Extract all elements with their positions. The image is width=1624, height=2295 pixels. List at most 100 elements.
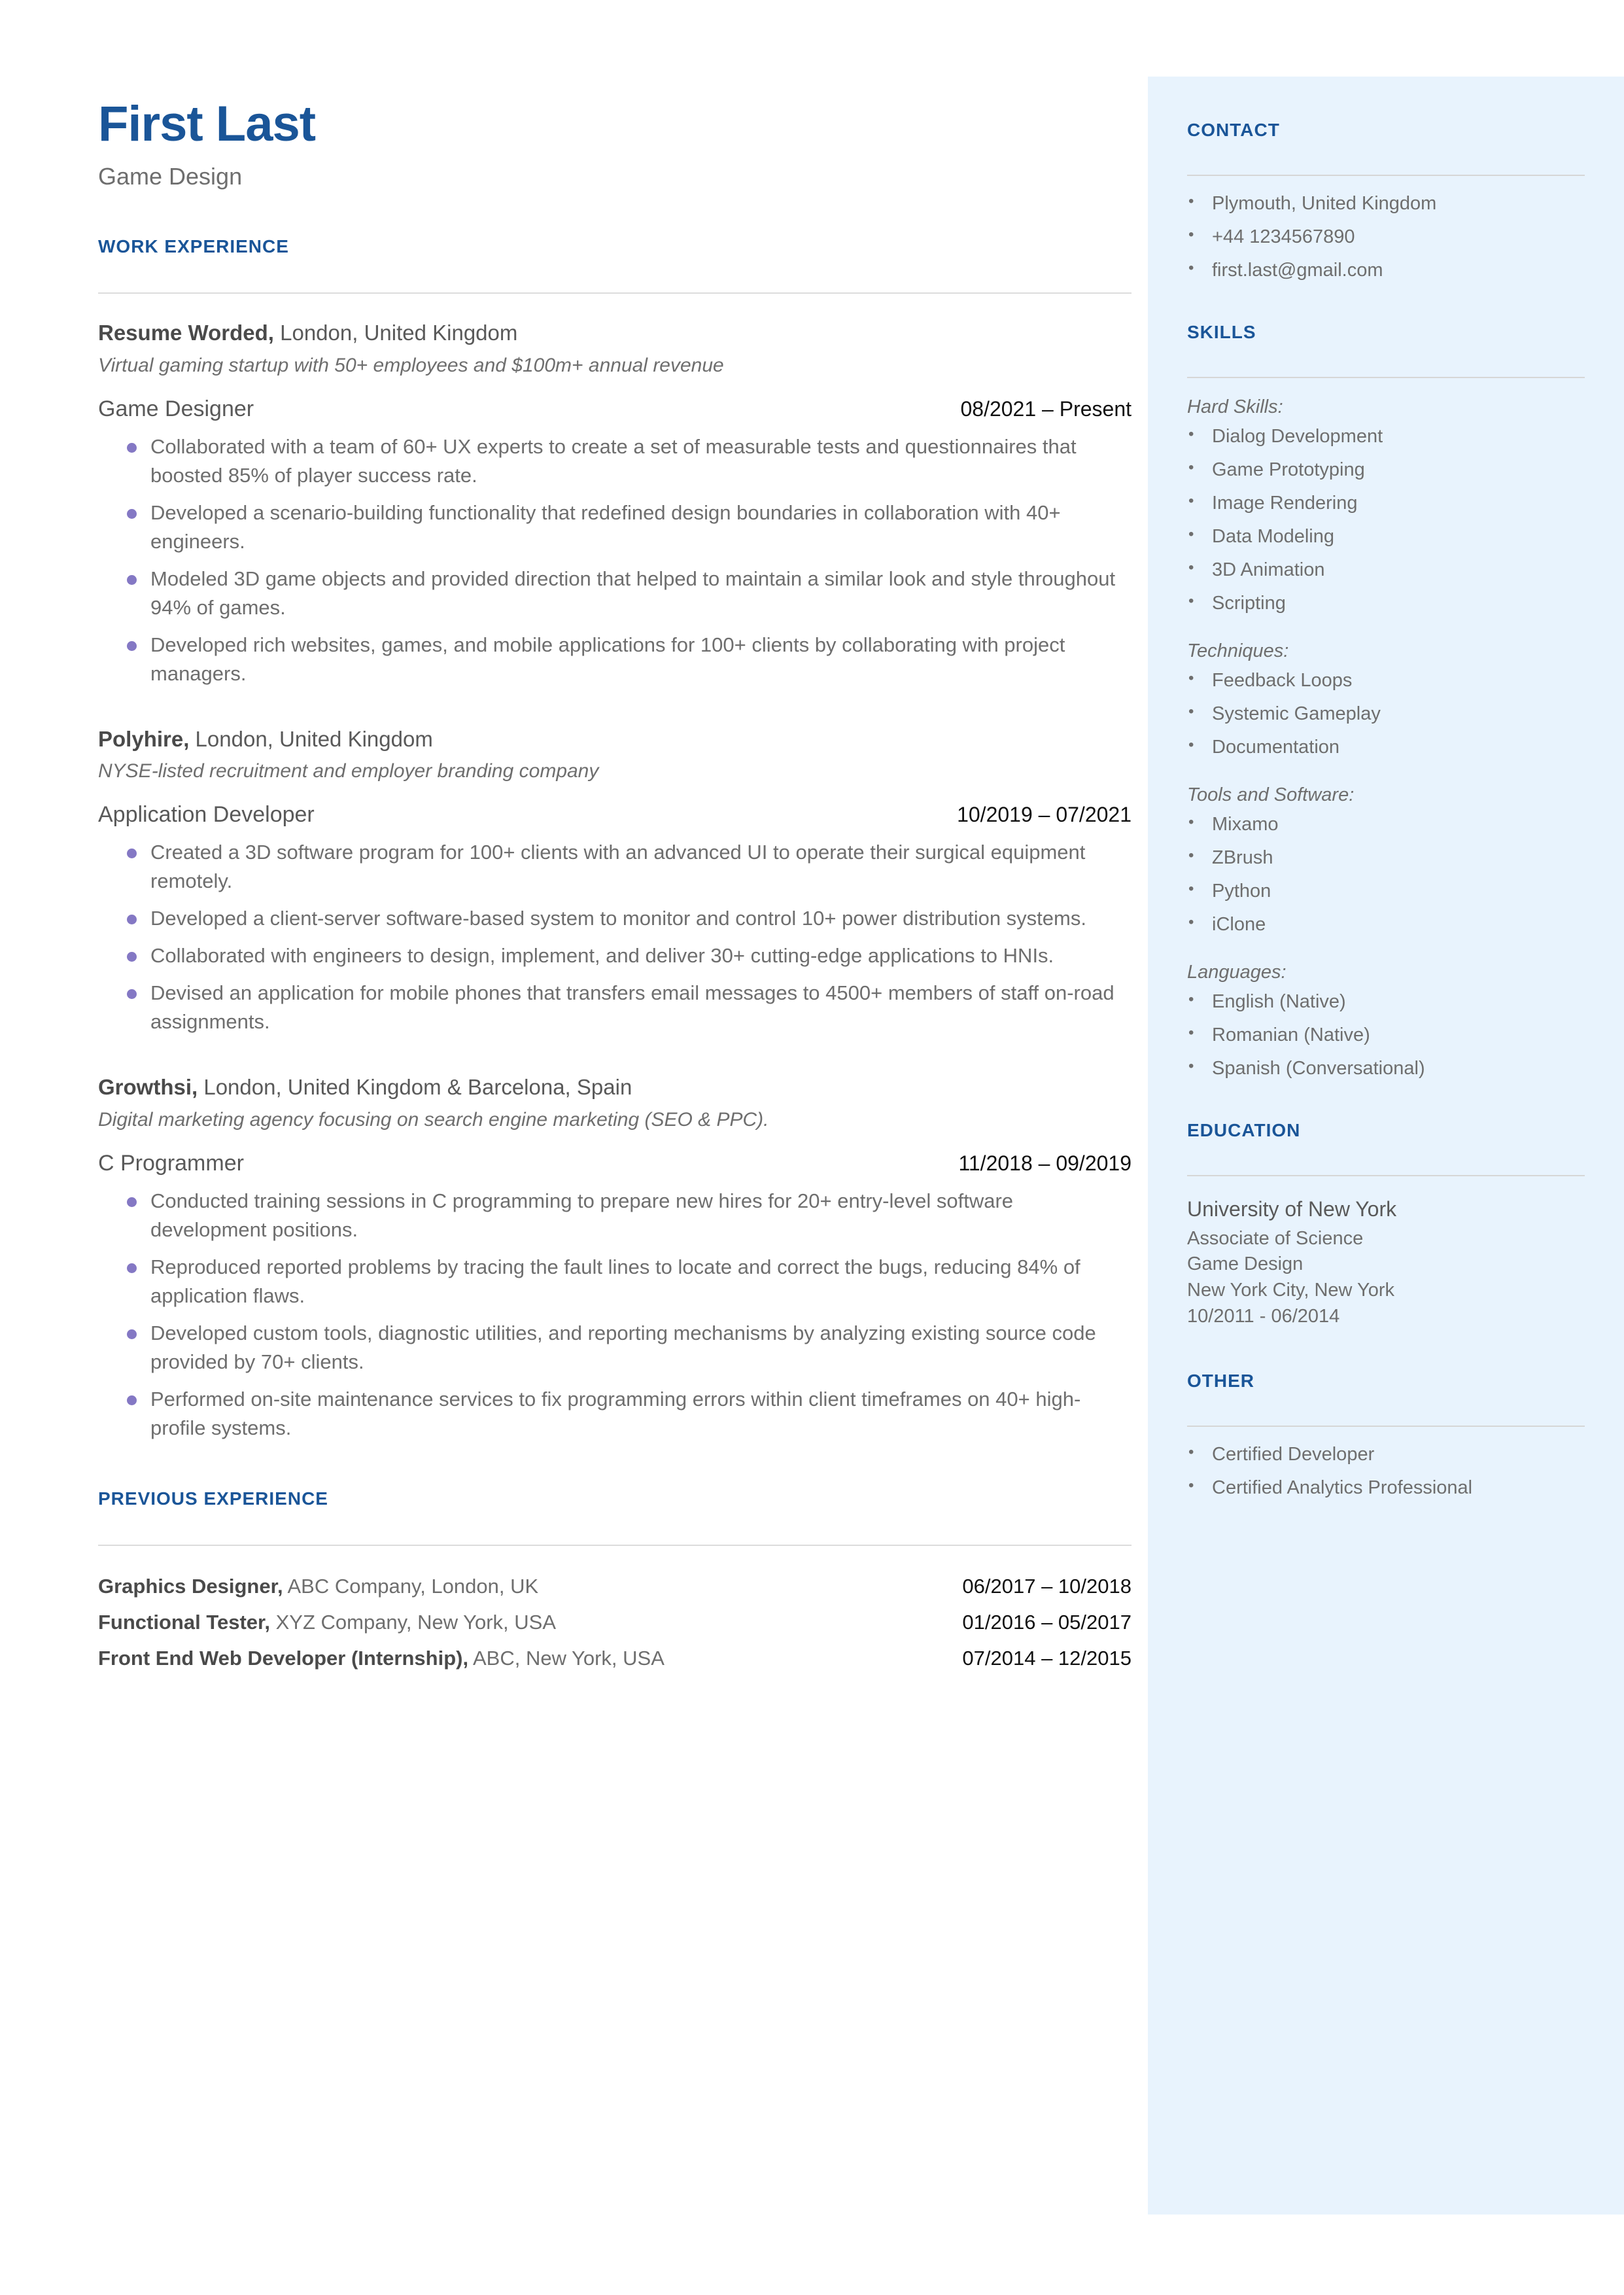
company-line: Growthsi, London, United Kingdom & Barce… xyxy=(98,1073,1132,1102)
previous-role-title: Front End Web Developer (Internship), xyxy=(98,1646,469,1670)
role-dates: 11/2018 – 09/2019 xyxy=(958,1151,1132,1175)
bullet-list: Conducted training sessions in C program… xyxy=(98,1187,1132,1443)
sidebar: CONTACT Plymouth, United Kingdom +44 123… xyxy=(1148,77,1624,2215)
role-row: Game Designer 08/2021 – Present xyxy=(98,396,1132,422)
contact-phone: +44 1234567890 xyxy=(1187,227,1585,247)
skill-group-label: Tools and Software: xyxy=(1187,784,1355,805)
skill-group-label: Techniques: xyxy=(1187,640,1289,661)
list-item: Reproduced reported problems by tracing … xyxy=(98,1253,1132,1310)
list-item: Developed rich websites, games, and mobi… xyxy=(98,631,1132,688)
company-line: Polyhire, London, United Kingdom xyxy=(98,725,1132,754)
company-name: Resume Worded, xyxy=(98,320,274,345)
contact-list: Plymouth, United Kingdom +44 1234567890 … xyxy=(1187,194,1585,280)
main-column: First Last Game Design WORK EXPERIENCE R… xyxy=(98,98,1132,1673)
sidebar-divider xyxy=(1187,377,1585,378)
company-name: Polyhire, xyxy=(98,726,190,751)
role-row: Application Developer 10/2019 – 07/2021 xyxy=(98,802,1132,828)
previous-role: Front End Web Developer (Internship), AB… xyxy=(98,1644,665,1673)
list-item: Dialog Development xyxy=(1187,427,1585,446)
company-description: NYSE-listed recruitment and employer bra… xyxy=(98,760,599,782)
list-item: Python xyxy=(1187,881,1585,901)
list-item: Certified Analytics Professional xyxy=(1187,1478,1585,1498)
skill-group-label: Languages: xyxy=(1187,962,1287,983)
previous-role-detail: ABC, New York, USA xyxy=(468,1646,665,1670)
work-experience-entry: Growthsi, London, United Kingdom & Barce… xyxy=(98,1073,1132,1443)
previous-role-dates: 01/2016 – 05/2017 xyxy=(962,1610,1132,1634)
list-item: Developed custom tools, diagnostic utili… xyxy=(98,1319,1132,1376)
list-item: Mixamo xyxy=(1187,815,1585,834)
skill-list: English (Native) Romanian (Native) Spani… xyxy=(1187,992,1585,1078)
company-location: London, United Kingdom xyxy=(189,726,433,751)
bullet-list: Created a 3D software program for 100+ c… xyxy=(98,838,1132,1036)
list-item: Performed on-site maintenance services t… xyxy=(98,1385,1132,1443)
list-item: 3D Animation xyxy=(1187,560,1585,580)
previous-role-title: Graphics Designer, xyxy=(98,1574,283,1598)
previous-role-title: Functional Tester, xyxy=(98,1610,270,1634)
contact-email[interactable]: first.last@gmail.com xyxy=(1187,260,1585,280)
sidebar-divider xyxy=(1187,1426,1585,1428)
sidebar-heading-skills: SKILLS xyxy=(1187,322,1256,342)
role-dates: 08/2021 – Present xyxy=(960,396,1132,421)
previous-role-dates: 06/2017 – 10/2018 xyxy=(962,1574,1132,1598)
bullet-list: Collaborated with a team of 60+ UX exper… xyxy=(98,432,1132,688)
education-school: University of New York xyxy=(1187,1197,1397,1221)
list-item: Certified Developer xyxy=(1187,1445,1585,1464)
section-heading-previous-experience: PREVIOUS EXPERIENCE xyxy=(98,1488,328,1509)
list-item: Feedback Loops xyxy=(1187,671,1585,690)
skill-list: Feedback Loops Systemic Gameplay Documen… xyxy=(1187,671,1585,757)
sidebar-divider xyxy=(1187,175,1585,176)
list-item: Image Rendering xyxy=(1187,493,1585,513)
page-title: First Last xyxy=(98,96,316,152)
list-item: Devised an application for mobile phones… xyxy=(98,979,1132,1036)
previous-role-dates: 07/2014 – 12/2015 xyxy=(962,1646,1132,1670)
sidebar-divider xyxy=(1187,1175,1585,1176)
list-item: Data Modeling xyxy=(1187,527,1585,546)
company-location: London, United Kingdom xyxy=(273,320,518,345)
education-degree: Associate of Science xyxy=(1187,1227,1364,1249)
header-tagline: Game Design xyxy=(98,162,243,190)
skill-group-hard-skills: Hard Skills: Dialog Development Game Pro… xyxy=(1187,396,1585,613)
previous-role: Graphics Designer, ABC Company, London, … xyxy=(98,1572,538,1602)
list-item: iClone xyxy=(1187,915,1585,934)
previous-role-detail: XYZ Company, New York, USA xyxy=(269,1610,557,1634)
list-item: Game Prototyping xyxy=(1187,460,1585,480)
section-divider xyxy=(98,1544,1132,1546)
skill-list: Dialog Development Game Prototyping Imag… xyxy=(1187,427,1585,613)
section-heading-work-experience: WORK EXPERIENCE xyxy=(98,236,289,256)
skill-group-tools-and-software: Tools and Software: Mixamo ZBrush Python… xyxy=(1187,784,1585,934)
sidebar-heading-contact: CONTACT xyxy=(1187,120,1280,140)
list-item: Modeled 3D game objects and provided dir… xyxy=(98,565,1132,622)
list-item: Scripting xyxy=(1187,593,1585,613)
table-row: Graphics Designer, ABC Company, London, … xyxy=(98,1572,1132,1602)
company-location: London, United Kingdom & Barcelona, Spai… xyxy=(198,1075,632,1100)
list-item: Spanish (Conversational) xyxy=(1187,1059,1585,1078)
contact-location: Plymouth, United Kingdom xyxy=(1187,194,1585,213)
previous-experience-list: Graphics Designer, ABC Company, London, … xyxy=(98,1572,1132,1673)
education-field: Game Design xyxy=(1187,1253,1304,1275)
table-row: Functional Tester, XYZ Company, New York… xyxy=(98,1608,1132,1638)
list-item: Collaborated with engineers to design, i… xyxy=(98,941,1132,970)
role-title: Game Designer xyxy=(98,396,254,421)
list-item: Systemic Gameplay xyxy=(1187,704,1585,724)
sidebar-heading-other: OTHER xyxy=(1187,1371,1254,1392)
education-location: New York City, New York xyxy=(1187,1279,1394,1301)
skill-group-languages: Languages: English (Native) Romanian (Na… xyxy=(1187,962,1585,1078)
list-item: English (Native) xyxy=(1187,992,1585,1011)
other-list: Certified Developer Certified Analytics … xyxy=(1187,1445,1585,1498)
list-item: Collaborated with a team of 60+ UX exper… xyxy=(98,432,1132,490)
company-name: Growthsi, xyxy=(98,1075,198,1100)
skill-list: Mixamo ZBrush Python iClone xyxy=(1187,815,1585,934)
education-dates: 10/2011 - 06/2014 xyxy=(1187,1305,1340,1327)
list-item: ZBrush xyxy=(1187,848,1585,867)
skill-group-techniques: Techniques: Feedback Loops Systemic Game… xyxy=(1187,640,1585,757)
list-item: Romanian (Native) xyxy=(1187,1025,1585,1045)
section-divider xyxy=(98,292,1132,294)
work-experience-entry: Polyhire, London, United Kingdom NYSE-li… xyxy=(98,725,1132,1037)
previous-role: Functional Tester, XYZ Company, New York… xyxy=(98,1608,556,1638)
list-item: Conducted training sessions in C program… xyxy=(98,1187,1132,1244)
company-description: Digital marketing agency focusing on sea… xyxy=(98,1108,769,1130)
list-item: Created a 3D software program for 100+ c… xyxy=(98,838,1132,896)
role-row: C Programmer 11/2018 – 09/2019 xyxy=(98,1151,1132,1176)
role-title: Application Developer xyxy=(98,802,315,828)
list-item: Developed a scenario-building functional… xyxy=(98,499,1132,556)
